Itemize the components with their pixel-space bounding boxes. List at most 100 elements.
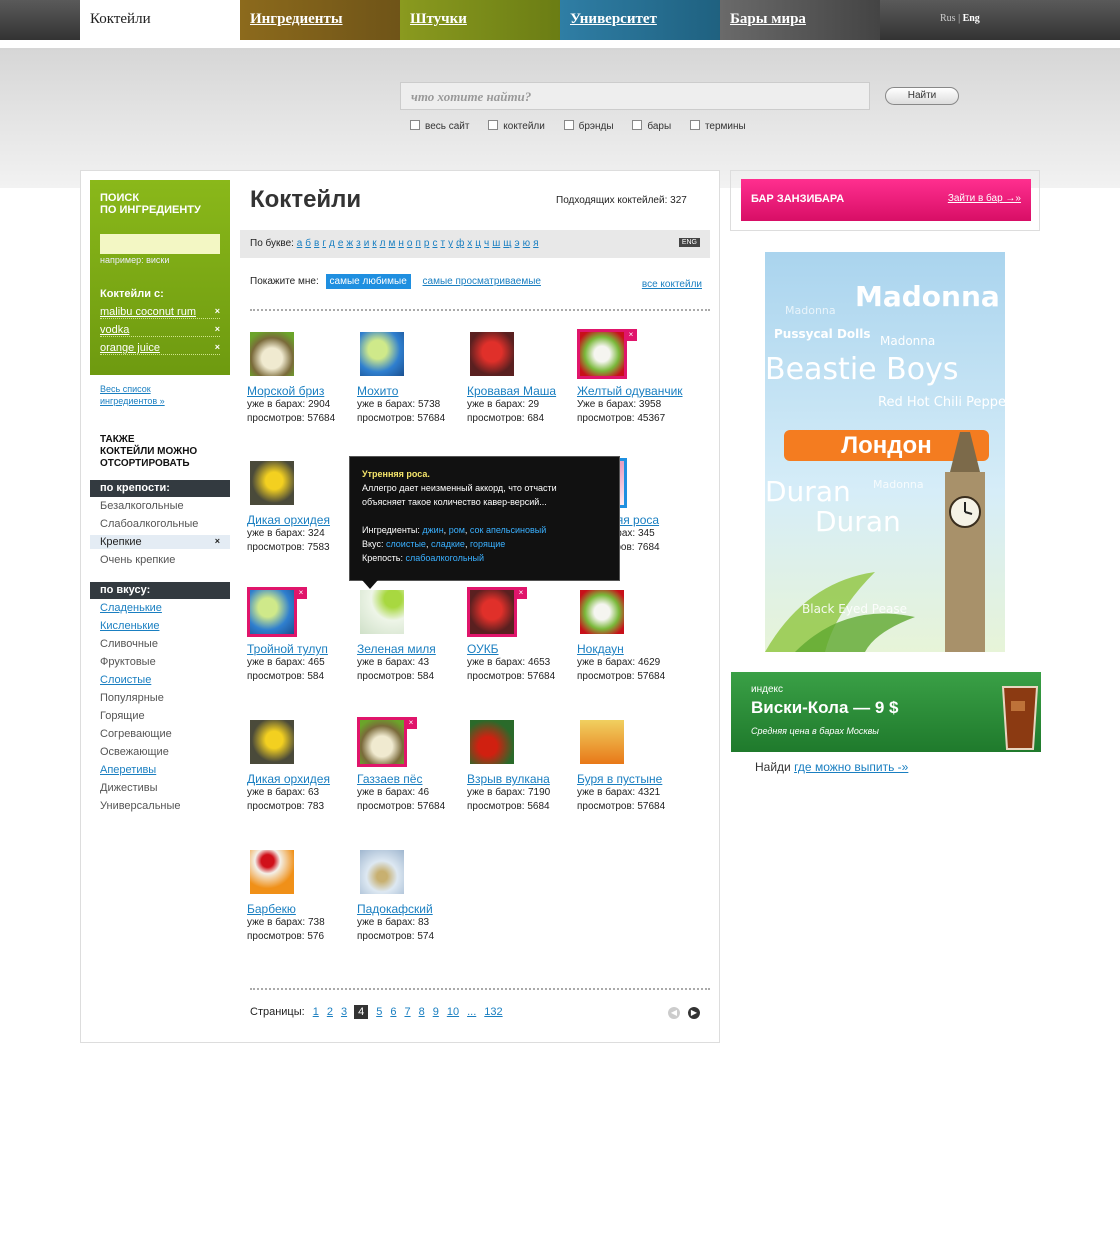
taste-item[interactable]: Сливочные xyxy=(100,638,158,650)
search-input[interactable]: что хотите найти? xyxy=(400,82,870,110)
letter-link[interactable]: ш xyxy=(492,238,500,249)
cocktail-thumbnail[interactable] xyxy=(357,587,407,637)
letter-link[interactable]: п xyxy=(415,238,420,249)
cocktail-name[interactable]: Взрыв вулкана xyxy=(467,772,577,786)
lang-ru[interactable]: Rus xyxy=(940,13,956,24)
strength-item[interactable]: Очень крепкие xyxy=(100,554,175,566)
cocktail-name[interactable]: Нокдаун xyxy=(577,642,687,656)
where-to-drink-link[interactable]: где можно выпить -» xyxy=(794,760,908,774)
tab-cocktails[interactable]: Коктейли xyxy=(80,0,240,40)
letter-link[interactable]: б xyxy=(305,238,311,249)
ingredient-chip[interactable]: vodka × xyxy=(100,324,220,337)
strength-item[interactable]: Крепкие × xyxy=(90,535,230,549)
page-link[interactable]: 1 xyxy=(313,1006,319,1018)
cocktail-thumbnail[interactable]: × xyxy=(577,329,637,379)
cocktail-thumbnail[interactable] xyxy=(467,329,517,379)
letter-link[interactable]: т xyxy=(440,238,445,249)
tab-world-bars[interactable]: Бары мира xyxy=(720,0,880,40)
cocktail-thumbnail[interactable]: × xyxy=(247,587,307,637)
taste-item[interactable]: Согревающие xyxy=(100,728,172,740)
strength-item[interactable]: Слабоалкогольные xyxy=(100,518,198,530)
checkbox-icon[interactable] xyxy=(488,120,499,130)
letter-link[interactable]: и xyxy=(364,238,370,249)
letter-link[interactable]: г xyxy=(322,238,326,249)
cocktail-name[interactable]: Барбекю xyxy=(247,902,357,916)
cocktail-thumbnail[interactable] xyxy=(247,717,297,767)
cocktail-thumbnail[interactable] xyxy=(247,847,297,897)
scope-terms[interactable]: термины xyxy=(689,120,746,132)
remove-icon[interactable]: × xyxy=(295,587,307,599)
scope-bars[interactable]: бары xyxy=(632,120,671,132)
page-link[interactable]: 7 xyxy=(404,1006,410,1018)
tooltip-link[interactable]: ром xyxy=(449,525,465,535)
tooltip-link[interactable]: сок апельсиновый xyxy=(470,525,546,535)
letter-link[interactable]: ц xyxy=(475,238,481,249)
mode-favorites[interactable]: самые любимые xyxy=(325,274,411,289)
lang-en[interactable]: Eng xyxy=(963,13,980,24)
letter-link[interactable]: н xyxy=(398,238,404,249)
taste-item[interactable]: Фруктовые xyxy=(100,656,156,668)
cocktail-name[interactable]: ОУКБ xyxy=(467,642,577,656)
ingredient-chip[interactable]: orange juice × xyxy=(100,342,220,355)
cocktail-thumbnail[interactable] xyxy=(247,329,297,379)
ingredient-chip[interactable]: malibu coconut rum × xyxy=(100,306,220,319)
scope-site[interactable]: весь сайт xyxy=(410,120,469,132)
page-link[interactable]: 2 xyxy=(327,1006,333,1018)
taste-item[interactable]: Слоистые xyxy=(100,674,151,686)
cocktail-name[interactable]: Морской бриз xyxy=(247,384,357,398)
page-link[interactable]: 8 xyxy=(419,1006,425,1018)
cocktail-name[interactable]: Мохито xyxy=(357,384,467,398)
taste-item[interactable]: Сладенькие xyxy=(100,602,162,614)
taste-item[interactable]: Универсальные xyxy=(100,800,181,812)
letter-link[interactable]: л xyxy=(380,238,386,249)
bar-promo[interactable]: БАР ЗАНЗИБАРА Зайти в бар →» xyxy=(741,179,1031,221)
letter-link[interactable]: с xyxy=(432,238,437,249)
tooltip-link[interactable]: джин xyxy=(422,525,443,535)
taste-item[interactable]: Горящие xyxy=(100,710,145,722)
cocktail-thumbnail[interactable]: × xyxy=(467,587,527,637)
remove-icon[interactable]: × xyxy=(215,342,220,352)
taste-item[interactable]: Кисленькие xyxy=(100,620,159,632)
cocktail-thumbnail[interactable] xyxy=(577,717,627,767)
scope-brands[interactable]: брэнды xyxy=(563,120,614,132)
cocktail-name[interactable]: Газзаев пёс xyxy=(357,772,467,786)
ingredient-input[interactable] xyxy=(100,234,220,254)
page-link[interactable]: 3 xyxy=(341,1006,347,1018)
next-arrow-icon[interactable]: ▶ xyxy=(688,1007,700,1019)
enter-bar-link[interactable]: Зайти в бар →» xyxy=(948,193,1021,204)
cocktail-name[interactable]: Дикая орхидея xyxy=(247,513,357,527)
tab-university[interactable]: Университет xyxy=(560,0,720,40)
remove-icon[interactable]: × xyxy=(625,329,637,341)
strength-item[interactable]: Безалкогольные xyxy=(100,500,184,512)
letter-link[interactable]: д xyxy=(329,238,335,249)
prev-arrow-icon[interactable]: ◀ xyxy=(668,1007,680,1019)
checkbox-icon[interactable] xyxy=(563,120,574,130)
cocktail-thumbnail[interactable] xyxy=(247,458,297,508)
cocktail-name[interactable]: Дикая орхидея xyxy=(247,772,357,786)
mode-most-viewed[interactable]: самые просматриваемые xyxy=(423,276,541,287)
letter-link[interactable]: ч xyxy=(484,238,489,249)
london-banner[interactable]: Madonna Madonna Pussycal Dolls Madonna B… xyxy=(765,252,1005,652)
checkbox-icon[interactable] xyxy=(689,120,700,130)
cocktail-thumbnail[interactable] xyxy=(467,717,517,767)
letter-link[interactable]: ю xyxy=(523,238,531,249)
page-link[interactable]: ... xyxy=(467,1006,476,1018)
letter-link[interactable]: к xyxy=(372,238,376,249)
cocktail-name[interactable]: Желтый одуванчик xyxy=(577,384,687,398)
letter-link[interactable]: в xyxy=(314,238,319,249)
cocktail-name[interactable]: Тройной тулуп xyxy=(247,642,357,656)
cocktail-thumbnail[interactable] xyxy=(357,847,407,897)
taste-item[interactable]: Аперетивы xyxy=(100,764,156,776)
remove-icon[interactable]: × xyxy=(215,536,220,546)
remove-icon[interactable]: × xyxy=(405,717,417,729)
tooltip-link[interactable]: горящие xyxy=(470,539,505,549)
taste-item[interactable]: Дижестивы xyxy=(100,782,158,794)
letter-link[interactable]: м xyxy=(389,238,396,249)
scope-cocktails[interactable]: коктейли xyxy=(488,120,545,132)
tooltip-link[interactable]: сладкие xyxy=(431,539,465,549)
index-box[interactable]: индекс Виски-Кола — 9 $ Средняя цена в б… xyxy=(731,672,1041,752)
checkbox-icon[interactable] xyxy=(410,120,420,130)
all-ingredients-link[interactable]: Весь список ингредиентов » xyxy=(100,383,165,407)
search-button[interactable]: Найти xyxy=(885,87,959,105)
letter-link[interactable]: х xyxy=(467,238,472,249)
